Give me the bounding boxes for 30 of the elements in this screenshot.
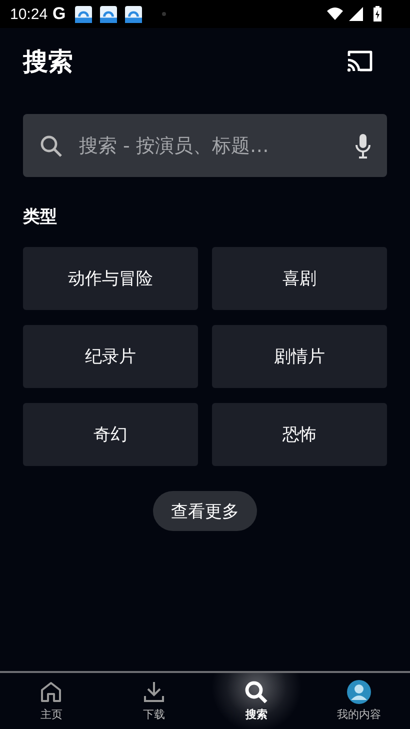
nav-tab[interactable]: 下载	[102, 673, 205, 729]
notification-dot	[162, 12, 166, 16]
nav-tab[interactable]: 我的内容	[308, 673, 410, 729]
signal-icon	[348, 7, 364, 21]
battery-icon	[373, 6, 382, 22]
status-time: 10:24	[10, 6, 48, 22]
wifi-icon	[327, 7, 343, 21]
cast-icon[interactable]	[346, 49, 374, 73]
status-g-glyph: G	[52, 4, 66, 24]
genre-tile[interactable]: 动作与冒险	[23, 247, 198, 310]
page-title: 搜索	[23, 46, 73, 78]
genre-tile[interactable]: 纪录片	[23, 325, 198, 388]
section-heading: 类型	[23, 206, 58, 228]
genre-tile[interactable]: 喜剧	[212, 247, 387, 310]
see-more-button[interactable]: 查看更多	[153, 491, 257, 531]
search-field[interactable]: 搜索 - 按演员、标题…	[77, 134, 341, 158]
genre-tile[interactable]: 恐怖	[212, 403, 387, 466]
search-icon	[39, 134, 63, 158]
home-icon	[39, 680, 64, 704]
nav-tab[interactable]: 主页	[0, 673, 102, 729]
microphone-icon[interactable]	[355, 132, 371, 158]
app-notification-icon	[74, 6, 92, 22]
profile-avatar-icon	[346, 680, 371, 704]
app-notification-icon	[100, 6, 117, 22]
download-icon	[142, 680, 166, 704]
search-bar[interactable]: 搜索 - 按演员、标题…	[23, 114, 387, 177]
app-notification-icon	[124, 6, 142, 22]
genre-tile[interactable]: 剧情片	[212, 325, 387, 388]
search-icon	[244, 680, 268, 704]
genre-tile[interactable]: 奇幻	[23, 403, 198, 466]
